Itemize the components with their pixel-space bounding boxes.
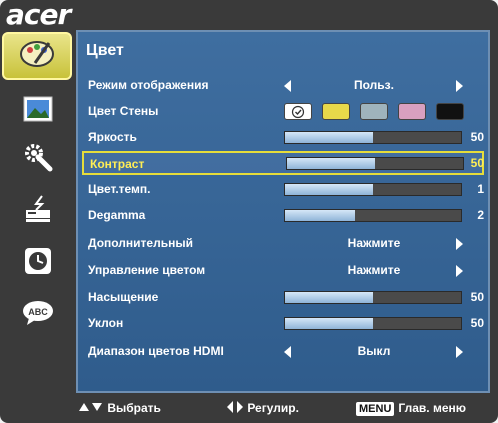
degamma-slider[interactable] — [284, 209, 462, 222]
row-label: Яркость — [88, 130, 137, 144]
color-settings-panel: Цвет Режим отображения Польз. Цвет Стены — [76, 30, 490, 393]
sidebar-item-language[interactable]: ABC — [12, 294, 64, 336]
slider-fill — [287, 158, 375, 169]
row-saturation[interactable]: Насыщение 50 — [82, 286, 484, 310]
row-advanced[interactable]: Дополнительный Нажмите — [82, 232, 484, 256]
row-tint[interactable]: Уклон 50 — [82, 312, 484, 336]
tint-slider[interactable] — [284, 317, 462, 330]
menu-key-icon: MENU — [356, 402, 395, 416]
hint-main-menu: MENU Глав. меню — [356, 401, 466, 416]
sidebar-item-timer[interactable] — [12, 242, 64, 284]
row-label: Режим отображения — [88, 78, 209, 92]
arrow-right-icon[interactable] — [456, 265, 463, 277]
row-contrast[interactable]: Контраст 50 — [82, 151, 484, 175]
slider-fill — [285, 184, 373, 195]
arrow-left-icon[interactable] — [284, 346, 291, 358]
row-color-management[interactable]: Управление цветом Нажмите — [82, 259, 484, 283]
hint-select-label: Выбрать — [107, 401, 161, 415]
row-label: Цвет.темп. — [88, 182, 151, 196]
sidebar-item-projector[interactable] — [12, 190, 64, 232]
wall-color-swatch-gray[interactable] — [360, 103, 388, 120]
arrow-right-icon[interactable] — [456, 238, 463, 250]
clock-icon — [24, 247, 52, 280]
osd-window: acer ABC Цвет Режим отображения Польз. Ц… — [0, 0, 498, 423]
hint-adjust: Регулир. — [226, 401, 299, 415]
language-abc-icon: ABC — [21, 300, 55, 331]
svg-text:ABC: ABC — [28, 307, 48, 317]
settings-gear-icon — [22, 141, 54, 178]
saturation-slider[interactable] — [284, 291, 462, 304]
check-icon — [291, 105, 305, 118]
slider-value: 50 — [470, 130, 484, 144]
hint-select: Выбрать — [78, 401, 161, 415]
slider-fill — [285, 210, 356, 221]
option-value: Польз. — [354, 78, 394, 92]
row-label: Насыщение — [88, 290, 159, 304]
option-value: Нажмите — [347, 236, 401, 250]
option-value: Нажмите — [347, 263, 401, 277]
hint-adjust-label: Регулир. — [247, 401, 299, 415]
sidebar-item-picture[interactable] — [12, 90, 64, 132]
brightness-slider[interactable] — [284, 131, 462, 144]
row-color-temp[interactable]: Цвет.темп. 1 — [82, 178, 484, 202]
up-down-arrows-icon — [79, 403, 102, 411]
contrast-slider[interactable] — [286, 157, 464, 170]
left-right-arrows-icon — [227, 401, 243, 413]
row-wall-color[interactable]: Цвет Стены — [82, 100, 484, 124]
brand-logo: acer — [6, 0, 71, 31]
color-palette-icon — [15, 37, 59, 76]
slider-value: 50 — [470, 156, 484, 170]
row-brightness[interactable]: Яркость 50 — [82, 126, 484, 150]
wall-color-swatch-yellow[interactable] — [322, 103, 350, 120]
row-label: Дополнительный — [88, 236, 193, 250]
row-label: Управление цветом — [88, 263, 206, 277]
row-hdmi-color-range[interactable]: Диапазон цветов HDMI Выкл — [82, 340, 484, 364]
row-label: Degamma — [88, 208, 146, 222]
slider-value: 50 — [470, 316, 484, 330]
wall-color-swatch-white[interactable] — [284, 103, 312, 120]
color-temp-slider[interactable] — [284, 183, 462, 196]
wall-color-swatch-black[interactable] — [436, 103, 464, 120]
row-display-mode[interactable]: Режим отображения Польз. — [82, 74, 484, 98]
sidebar: ABC — [0, 30, 76, 393]
slider-value: 1 — [477, 182, 484, 196]
arrow-right-icon[interactable] — [456, 346, 463, 358]
picture-icon — [23, 96, 53, 127]
panel-title: Цвет — [86, 42, 124, 59]
arrow-left-icon[interactable] — [284, 80, 291, 92]
slider-fill — [285, 132, 373, 143]
row-label: Уклон — [88, 316, 124, 330]
row-degamma[interactable]: Degamma 2 — [82, 204, 484, 228]
row-label: Диапазон цветов HDMI — [88, 344, 224, 358]
slider-value: 2 — [477, 208, 484, 222]
projector-icon — [22, 194, 54, 229]
slider-value: 50 — [470, 290, 484, 304]
slider-fill — [285, 318, 373, 329]
footer-hints: Выбрать Регулир. MENU Глав. меню — [76, 393, 490, 423]
sidebar-item-color[interactable] — [2, 32, 72, 80]
wall-color-swatch-pink[interactable] — [398, 103, 426, 120]
row-label: Цвет Стены — [88, 104, 159, 118]
hint-menu-label: Глав. меню — [398, 401, 466, 415]
slider-fill — [285, 292, 373, 303]
option-value: Выкл — [357, 344, 391, 358]
arrow-right-icon[interactable] — [456, 80, 463, 92]
row-label: Контраст — [90, 157, 145, 171]
sidebar-item-settings[interactable] — [12, 138, 64, 180]
